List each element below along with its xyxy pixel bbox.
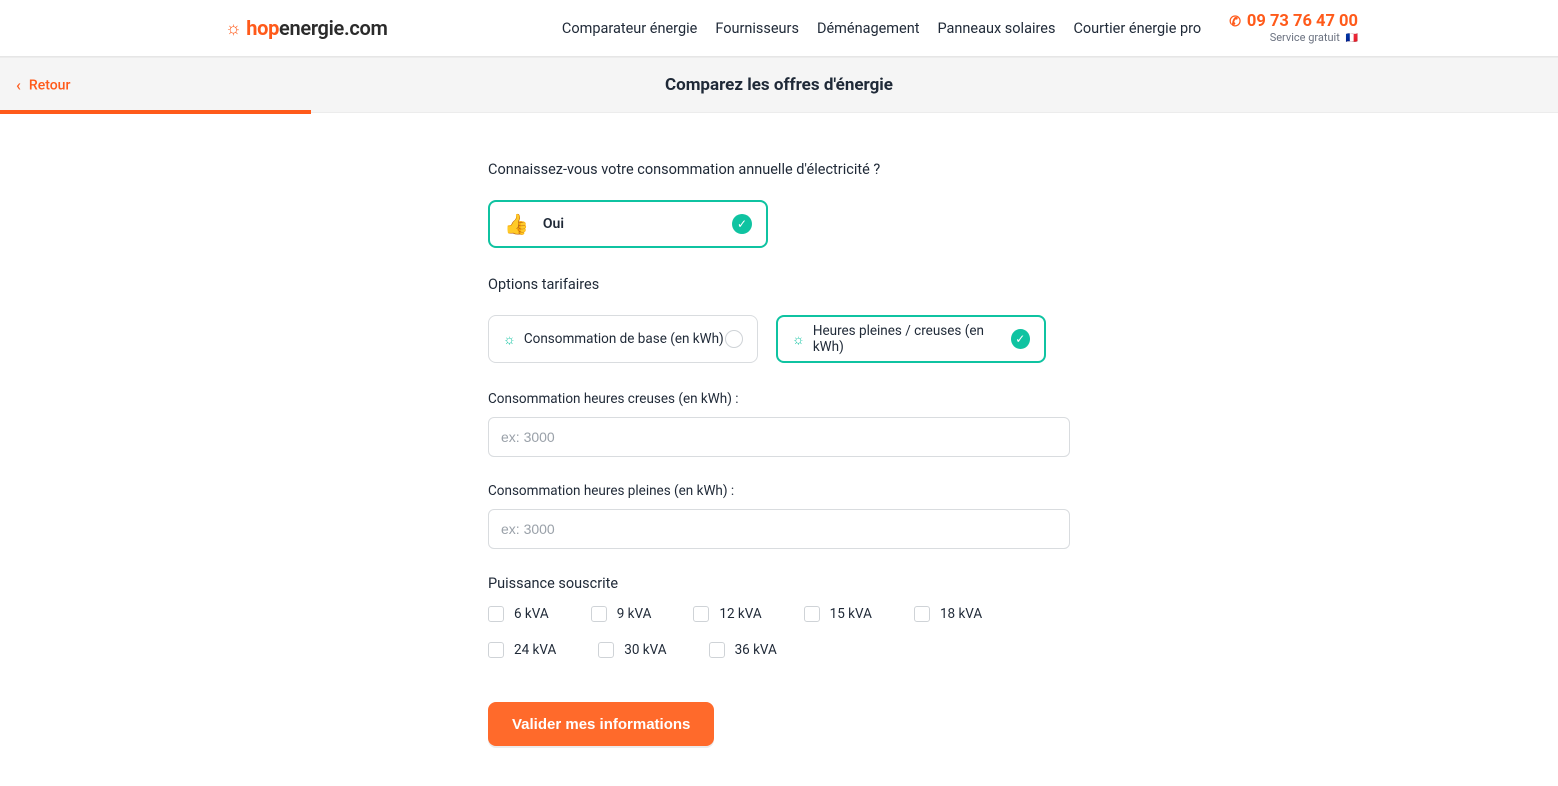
back-button[interactable]: ‹ Retour [16,76,70,95]
nav-fournisseurs[interactable]: Fournisseurs [715,20,799,37]
logo-text-hop: hop [246,16,279,40]
nav-panneaux-solaires[interactable]: Panneaux solaires [937,20,1055,37]
option-hphc-label: Heures pleines / creuses (en kWh) [813,323,1011,355]
power-36kva[interactable]: 36 kVA [709,642,777,658]
checkbox-icon [598,642,614,658]
checkbox-icon [591,606,607,622]
checkbox-icon [804,606,820,622]
radio-empty-icon [725,330,743,348]
power-24kva[interactable]: 24 kVA [488,642,556,658]
options-tarifaires-label: Options tarifaires [488,276,1070,293]
nav-comparateur[interactable]: Comparateur énergie [562,20,697,37]
main-nav: Comparateur énergie Fournisseurs Déménag… [562,12,1358,44]
site-logo[interactable]: ☼ hopenergie.com [225,16,388,40]
sun-icon: ☼ [792,331,805,348]
phone-icon: ✆ [1229,14,1241,30]
phone-subtext: Service gratuit 🇫🇷 [1270,31,1358,44]
nav-courtier-pro[interactable]: Courtier énergie pro [1073,20,1201,37]
power-9kva-label: 9 kVA [617,606,652,622]
checkbox-icon [488,642,504,658]
power-18kva-label: 18 kVA [940,606,982,622]
hp-input-label: Consommation heures pleines (en kWh) : [488,483,1070,499]
answer-oui-card[interactable]: 👍 Oui ✓ [488,200,768,248]
hc-input-label: Consommation heures creuses (en kWh) : [488,391,1070,407]
progress-bar [0,110,311,114]
hc-input[interactable] [488,417,1070,457]
sun-icon: ☼ [503,331,516,348]
power-9kva[interactable]: 9 kVA [591,606,652,622]
option-base-label: Consommation de base (en kWh) [524,331,724,347]
logo-icon: ☼ [225,18,241,39]
phone-link[interactable]: ✆ 09 73 76 47 00 [1229,12,1358,31]
phone-sub-label: Service gratuit [1270,31,1340,44]
checkbox-icon [693,606,709,622]
power-36kva-label: 36 kVA [735,642,777,658]
option-base[interactable]: ☼ Consommation de base (en kWh) [488,315,758,363]
sub-header: ‹ Retour Comparez les offres d'énergie [0,57,1558,113]
power-options: 6 kVA 9 kVA 12 kVA 15 kVA 18 kVA 24 kVA … [488,606,1070,658]
nav-demenagement[interactable]: Déménagement [817,20,920,37]
logo-text-energie: energie.com [279,16,388,40]
check-icon: ✓ [1011,329,1030,349]
tariff-option-row: ☼ Consommation de base (en kWh) ☼ Heures… [488,315,1070,363]
phone-box: ✆ 09 73 76 47 00 Service gratuit 🇫🇷 [1229,12,1358,44]
power-24kva-label: 24 kVA [514,642,556,658]
flag-icon: 🇫🇷 [1346,33,1358,44]
power-15kva-label: 15 kVA [830,606,872,622]
phone-number: 09 73 76 47 00 [1247,12,1358,31]
power-6kva-label: 6 kVA [514,606,549,622]
option-hphc[interactable]: ☼ Heures pleines / creuses (en kWh) ✓ [776,315,1046,363]
submit-button[interactable]: Valider mes informations [488,702,714,746]
checkbox-icon [488,606,504,622]
hp-input[interactable] [488,509,1070,549]
chevron-left-icon: ‹ [16,76,21,95]
power-18kva[interactable]: 18 kVA [914,606,982,622]
top-navbar: ☼ hopenergie.com Comparateur énergie Fou… [0,0,1558,57]
power-12kva-label: 12 kVA [719,606,761,622]
page-title: Comparez les offres d'énergie [665,75,893,95]
power-15kva[interactable]: 15 kVA [804,606,872,622]
thumbs-up-icon: 👍 [504,212,529,236]
wizard-form: Connaissez-vous votre consommation annue… [488,161,1070,786]
power-30kva-label: 30 kVA [624,642,666,658]
answer-oui-label: Oui [543,216,564,232]
power-label: Puissance souscrite [488,575,1070,592]
power-30kva[interactable]: 30 kVA [598,642,666,658]
check-icon: ✓ [732,214,752,234]
back-label: Retour [29,77,71,93]
power-12kva[interactable]: 12 kVA [693,606,761,622]
checkbox-icon [709,642,725,658]
checkbox-icon [914,606,930,622]
question-consumption-known: Connaissez-vous votre consommation annue… [488,161,1070,178]
power-6kva[interactable]: 6 kVA [488,606,549,622]
